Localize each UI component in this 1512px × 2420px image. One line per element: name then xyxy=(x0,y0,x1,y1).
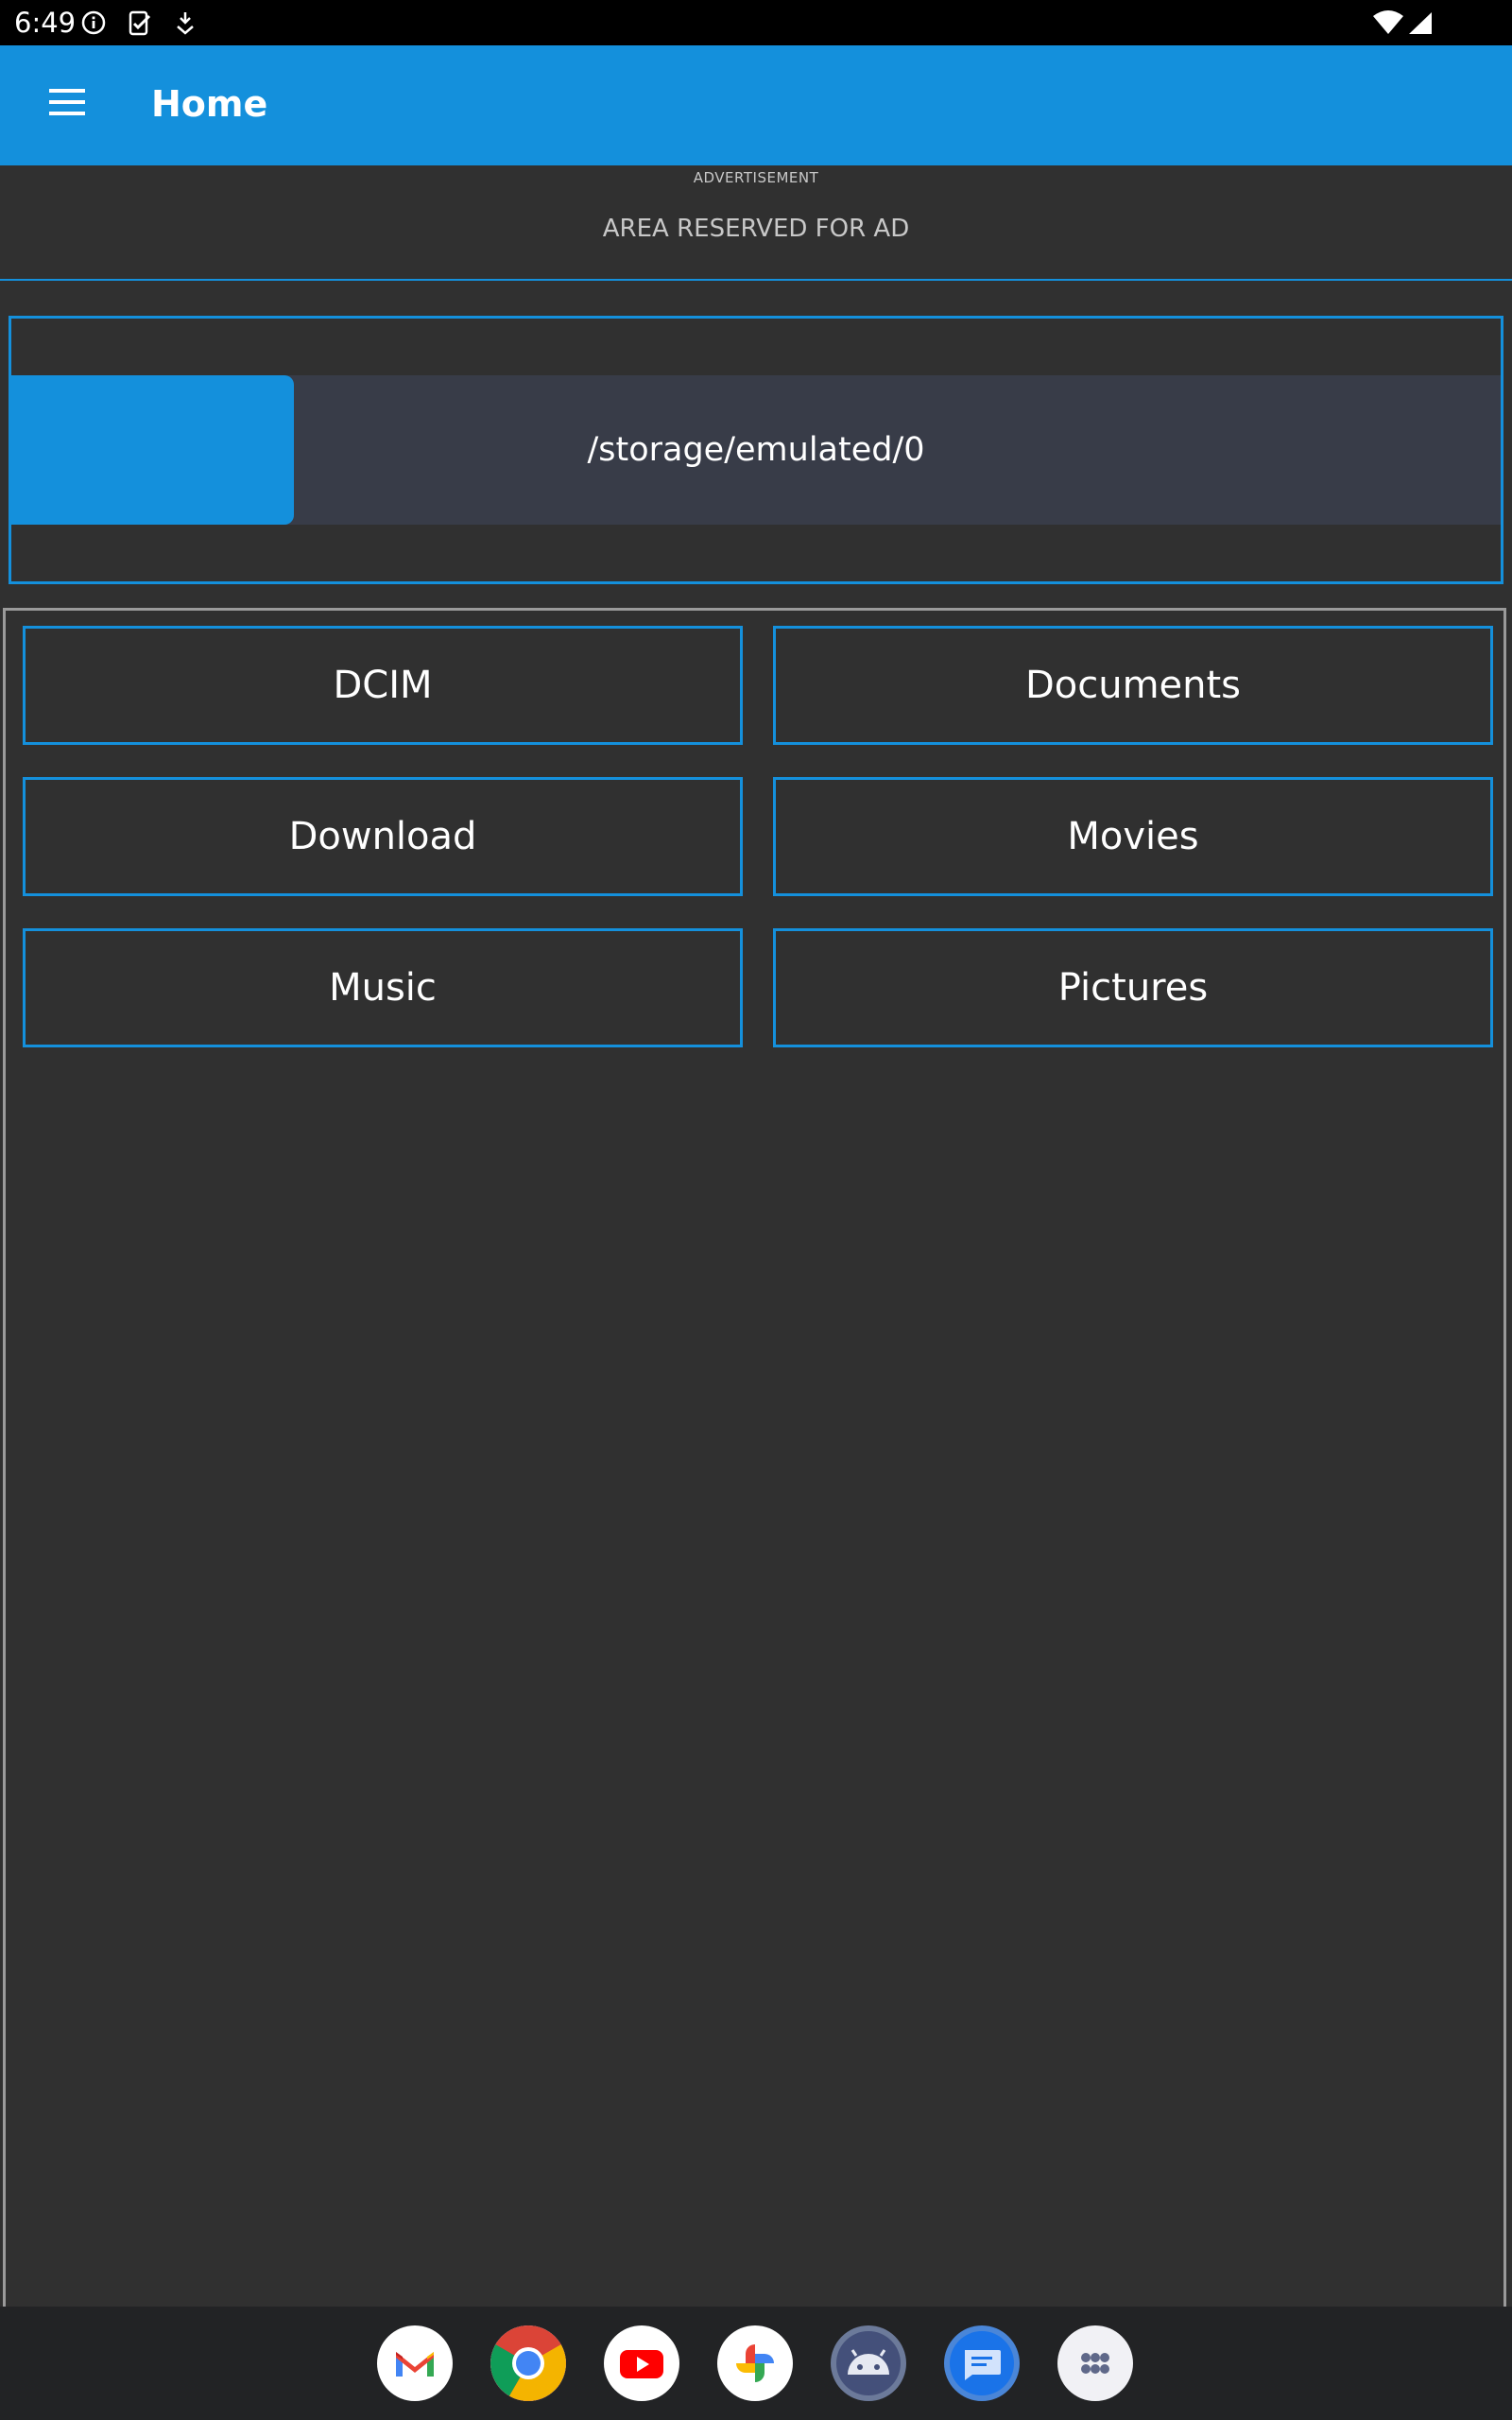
gmail-app[interactable] xyxy=(377,2325,453,2401)
messages-app[interactable] xyxy=(944,2325,1020,2401)
android-dev-app[interactable] xyxy=(831,2325,906,2401)
storage-card[interactable]: /storage/emulated/0 xyxy=(9,316,1503,584)
app-drawer-button[interactable] xyxy=(1057,2325,1133,2401)
chrome-icon xyxy=(490,2325,566,2401)
download-tray-icon xyxy=(177,12,194,35)
storage-usage-bar: /storage/emulated/0 xyxy=(11,375,1501,525)
app-bar: Home xyxy=(0,45,1512,165)
page-title: Home xyxy=(151,83,268,125)
folder-button-movies[interactable]: Movies xyxy=(773,777,1493,896)
ad-main-label: AREA RESERVED FOR AD xyxy=(602,215,910,243)
folder-button-music[interactable]: Music xyxy=(23,928,743,1047)
storage-path: /storage/emulated/0 xyxy=(587,431,925,469)
device-check-icon xyxy=(129,10,151,36)
folder-panel: DCIM Documents Download Movies Music Pic… xyxy=(3,608,1506,2309)
info-icon xyxy=(81,10,106,35)
folder-button-dcim[interactable]: DCIM xyxy=(23,626,743,745)
ad-small-label: ADVERTISEMENT xyxy=(693,169,819,186)
app-drawer-icon xyxy=(1081,2353,1109,2374)
status-time: 6:49 xyxy=(14,7,77,39)
folder-button-documents[interactable]: Documents xyxy=(773,626,1493,745)
android-dev-icon xyxy=(836,2331,901,2395)
youtube-icon xyxy=(620,2350,663,2378)
chrome-app[interactable] xyxy=(490,2325,566,2401)
photos-app[interactable] xyxy=(717,2325,793,2401)
dock xyxy=(0,2307,1512,2420)
folder-button-download[interactable]: Download xyxy=(23,777,743,896)
photos-icon xyxy=(736,2344,774,2382)
wifi-icon xyxy=(1373,10,1403,34)
gmail-icon xyxy=(396,2352,434,2377)
menu-button[interactable] xyxy=(38,72,98,132)
status-bar: 6:49 xyxy=(0,0,1512,45)
folder-button-pictures[interactable]: Pictures xyxy=(773,928,1493,1047)
messages-icon xyxy=(950,2331,1014,2395)
cell-signal-icon xyxy=(1409,12,1432,34)
hamburger-menu-icon xyxy=(49,89,85,115)
ad-area: ADVERTISEMENT AREA RESERVED FOR AD xyxy=(0,165,1512,281)
youtube-app[interactable] xyxy=(604,2325,679,2401)
